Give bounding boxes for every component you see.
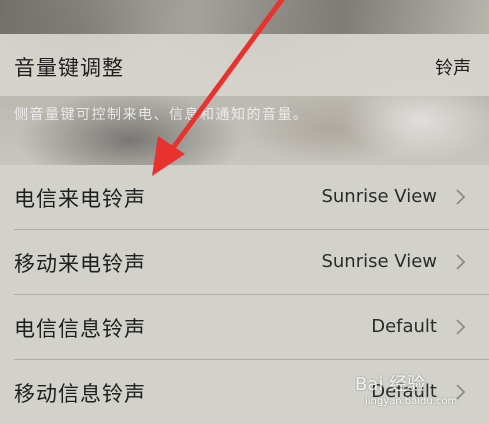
- settings-screen: 音量键调整 铃声 侧音量键可控制来电、信息和通知的音量。 电信来电铃声 Sunr…: [0, 0, 489, 424]
- chevron-right-icon: [456, 189, 466, 205]
- ringtone-label: 移动信息铃声: [14, 382, 146, 406]
- ringtone-label: 移动来电铃声: [14, 252, 146, 276]
- ringtone-value: Sunrise View: [321, 186, 437, 207]
- ringtone-value: Default: [371, 316, 437, 337]
- watermark-logo: Bai 经验: [355, 374, 426, 395]
- ringtone-row-telecom-call[interactable]: 电信来电铃声 Sunrise View: [0, 165, 489, 229]
- volume-key-title: 音量键调整: [14, 56, 124, 80]
- ringtone-value: Sunrise View: [321, 251, 437, 272]
- background-photo-top: [0, 0, 489, 34]
- watermark: Bai 经验 jingyan.baidu.com: [355, 370, 471, 416]
- volume-key-description: 侧音量键可控制来电、信息和通知的音量。: [14, 107, 309, 123]
- ringtone-row-mobile-call[interactable]: 移动来电铃声 Sunrise View: [0, 230, 489, 294]
- chevron-right-icon: [456, 319, 466, 335]
- ringtone-label: 电信信息铃声: [14, 317, 146, 341]
- chevron-right-icon: [456, 254, 466, 270]
- volume-key-setting[interactable]: 音量键调整 铃声: [0, 34, 489, 96]
- watermark-url: jingyan.baidu.com: [365, 396, 458, 407]
- volume-key-value: 铃声: [435, 58, 471, 79]
- ringtone-label: 电信来电铃声: [14, 187, 146, 211]
- ringtone-row-telecom-message[interactable]: 电信信息铃声 Default: [0, 295, 489, 359]
